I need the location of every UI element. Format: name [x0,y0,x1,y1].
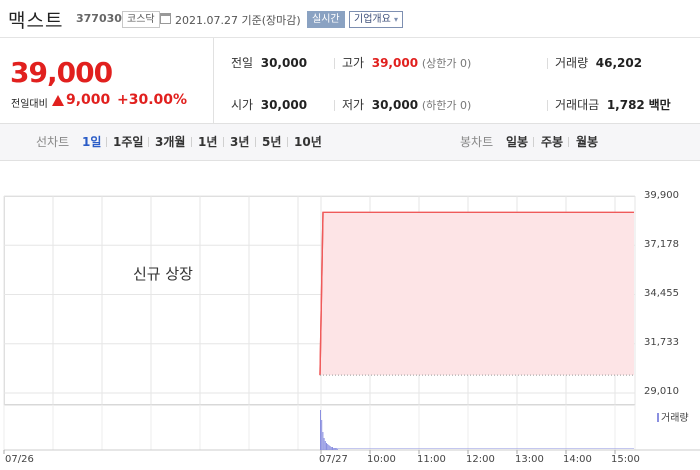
x-tick-label: 11:00 [417,454,446,465]
divider [255,137,256,147]
volume-bar [324,441,326,450]
volume-bar [326,443,327,450]
volume-bar [323,438,325,450]
lower-limit-note: (하한가 0) [421,99,472,112]
x-tick-label: 13:00 [515,454,544,465]
volume: 거래량 46,202 [555,55,642,71]
stock-code: 377030 [76,12,122,25]
volume-bar [336,449,338,450]
chart-frame [4,196,635,405]
tab-1week[interactable]: 1주일 [113,135,143,149]
divider [223,137,224,147]
volume-bar [330,447,332,450]
x-tick-label: 12:00 [466,454,495,465]
open-price-label: 시가 [231,98,254,112]
divider [148,137,149,147]
volume-bar [320,410,321,450]
y-tick-label: 39,900 [644,190,679,201]
tab-3month[interactable]: 3개월 [155,135,185,149]
volume-bar [335,448,337,450]
stock-name[interactable]: 맥스트 [8,6,63,33]
volume-bar [329,446,331,450]
current-price-box: 39,000 전일대비 9,000 +30.00% [0,38,214,124]
change-label: 전일대비 [11,99,48,110]
change-percent: +30.00% [117,92,188,108]
divider [334,58,335,69]
tab-daily-candle[interactable]: 일봉 [506,135,528,149]
prev-close-label: 전일 [231,56,254,70]
tab-1day[interactable]: 1일 [82,135,101,149]
trade-amount-unit: 백만 [648,98,671,112]
company-info-label: 기업개요 [354,14,391,25]
company-info-button[interactable]: 기업개요 ▾ [349,11,404,28]
up-arrow-icon [52,95,64,106]
trade-amount-value: 1,782 [606,98,645,112]
x-tick-label: 15:00 [611,454,640,465]
calendar-icon [160,13,171,24]
tab-weekly-candle[interactable]: 주봉 [541,135,563,149]
y-tick-label: 34,455 [644,288,679,299]
y-tick-label: 31,733 [644,337,679,348]
volume-bar [321,420,323,450]
stock-quote-page: 맥스트 377030 코스닥 2021.07.27 기준(장마감) 실시간 기업… [0,0,700,470]
x-tick-label: 07/26 [5,454,34,465]
chart-period-tabs: 선차트 1일 1주일 3개월 1년 3년 5년 10년 봉차트 일봉 주봉 월봉 [0,124,700,161]
volume-bar [334,448,634,449]
open-price: 시가 30,000 [231,97,307,113]
volume-legend-label: 거래량 [661,413,689,424]
divider [334,100,335,111]
tab-3year[interactable]: 3년 [230,135,249,149]
volume-bar [328,445,330,450]
divider [191,137,192,147]
tab-1year[interactable]: 1년 [198,135,217,149]
quote-summary: 39,000 전일대비 9,000 +30.00% 전일 30,000 고가 3… [0,38,700,124]
chevron-down-icon: ▾ [394,15,399,24]
tab-10year[interactable]: 10년 [294,135,322,149]
current-price: 39,000 [10,56,113,89]
market-badge: 코스닥 [122,11,160,28]
high-price-label: 고가 [342,56,365,70]
divider [547,100,548,111]
new-listing-annotation: 신규 상장 [133,265,193,283]
divider [106,137,107,147]
tab-monthly-candle[interactable]: 월봉 [576,135,598,149]
stock-header: 맥스트 377030 코스닥 2021.07.27 기준(장마감) 실시간 기업… [0,0,700,38]
volume-legend: 거래량 [657,409,689,424]
high-price: 고가 39,000 (상한가 0) [342,55,471,71]
volume-bar [333,448,335,450]
y-tick-label: 37,178 [644,239,679,250]
tab-5year[interactable]: 5년 [262,135,281,149]
divider [287,137,288,147]
divider [533,137,534,147]
x-tick-label: 07/27 [319,454,348,465]
divider [547,58,548,69]
volume-swatch [657,413,659,422]
open-price-value: 30,000 [260,98,308,112]
candle-chart-label: 봉차트 [460,135,494,149]
trade-amount-label: 거래대금 [555,98,600,112]
volume-bar [322,432,324,450]
change-value: 9,000 [66,92,111,108]
volume-value: 46,202 [595,56,643,70]
x-tick-label: 10:00 [367,454,396,465]
line-chart-label: 선차트 [36,135,70,149]
low-price-value: 30,000 [371,98,419,112]
prev-close: 전일 30,000 [231,55,307,71]
realtime-button[interactable]: 실시간 [307,11,345,28]
divider [568,137,569,147]
high-price-value: 39,000 [371,56,419,70]
quote-date: 2021.07.27 기준(장마감) [175,14,301,27]
low-price-label: 저가 [342,98,365,112]
volume-bar [334,448,336,450]
upper-limit-note: (상한가 0) [421,57,472,70]
prev-close-value: 30,000 [260,56,308,70]
trade-amount: 거래대금 1,782 백만 [555,97,671,113]
volume-bar [332,447,333,450]
volume-label: 거래량 [555,56,589,70]
volume-bar [327,444,329,450]
low-price: 저가 30,000 (하한가 0) [342,97,471,113]
y-tick-label: 29,010 [644,386,679,397]
x-tick-label: 14:00 [563,454,592,465]
